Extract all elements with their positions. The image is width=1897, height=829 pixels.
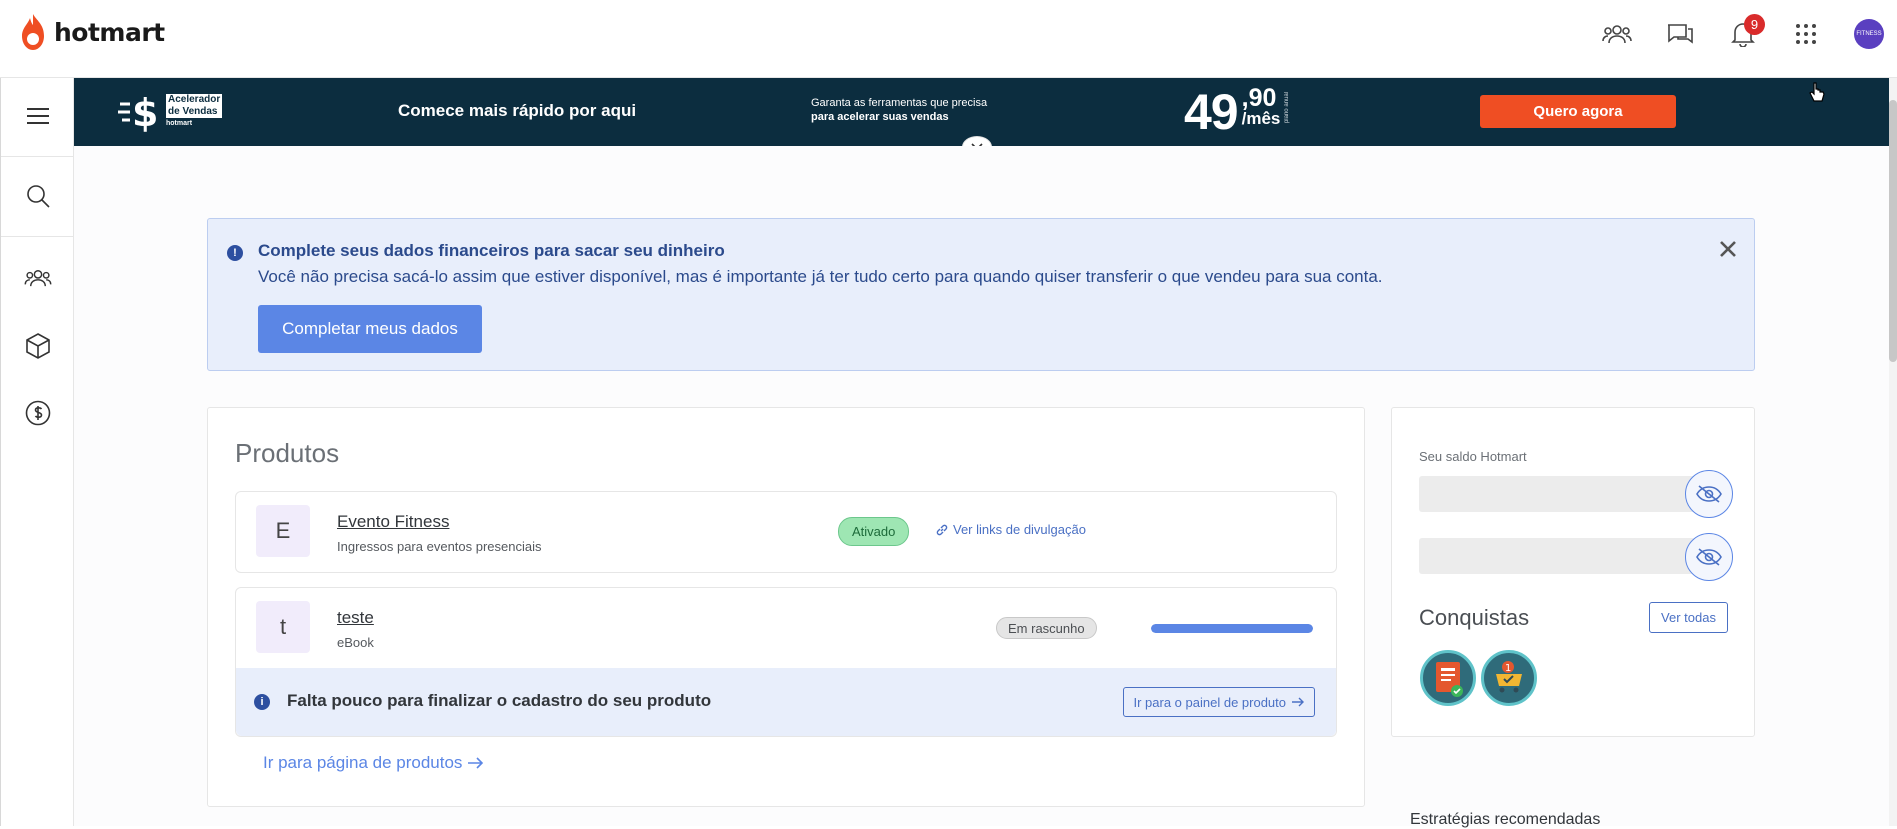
go-to-products-link[interactable]: Ir para página de produtos	[263, 753, 484, 773]
link-icon	[936, 524, 948, 535]
user-avatar-button[interactable]: FITNESS	[1853, 18, 1885, 50]
affiliate-links-link[interactable]: Ver links de divulgação	[935, 522, 1086, 537]
products-card: Produtos E Evento Fitness Ingressos para…	[207, 407, 1365, 807]
certificate-icon	[1436, 662, 1463, 697]
price-note: plano anual	[1284, 92, 1291, 124]
price-period: /mês	[1241, 109, 1281, 128]
people-icon[interactable]	[1601, 18, 1633, 50]
search-icon[interactable]	[1, 180, 74, 212]
product-name[interactable]: teste	[337, 608, 374, 628]
apps-grid-icon[interactable]	[1790, 18, 1822, 50]
product-panel-label: Ir para o painel de produto	[1133, 694, 1287, 710]
alert-title: Complete seus dados financeiros para sac…	[258, 241, 725, 260]
close-icon[interactable]	[1718, 239, 1738, 259]
people-icon[interactable]	[1, 262, 74, 294]
products-title: Produtos	[235, 438, 340, 468]
product-row[interactable]: t teste eBook Em rascunho i Falta pouco …	[235, 587, 1337, 737]
banner-logo-small: hotmart	[166, 120, 193, 127]
balance-label: Seu saldo Hotmart	[1419, 449, 1527, 464]
banner-sub-line2: para acelerar suas vendas	[811, 111, 949, 123]
top-bar: hotmart 9 FITNESS	[0, 0, 1897, 78]
product-avatar: E	[256, 505, 310, 557]
eye-off-icon	[1696, 485, 1722, 503]
banner-logo-line1: Acelerador	[166, 94, 223, 106]
notification-count-badge: 9	[1744, 14, 1765, 35]
avatar: FITNESS	[1854, 19, 1884, 49]
scrollbar-thumb[interactable]	[1889, 100, 1897, 362]
product-progress-bar	[1151, 624, 1313, 633]
alert-text: Você não precisa sacá-lo assim que estiv…	[258, 267, 1383, 286]
product-row[interactable]: E Evento Fitness Ingressos para eventos …	[235, 491, 1337, 573]
banner-logo-line2: de Vendas	[166, 106, 223, 118]
status-badge: Em rascunho	[996, 617, 1097, 639]
balance-hidden-field	[1419, 538, 1695, 574]
box-icon[interactable]	[1, 330, 74, 362]
price-cents: ,90	[1241, 84, 1277, 112]
flame-logo-icon	[22, 14, 44, 50]
strategies-title: Estratégias recomendadas	[1410, 811, 1601, 828]
svg-text:$: $	[132, 92, 158, 132]
arrow-right-icon	[468, 757, 484, 769]
mouse-cursor	[1808, 82, 1826, 109]
menu-icon[interactable]	[1, 100, 74, 132]
promo-banner: $ Acelerador de Vendas hotmart Comece ma…	[74, 78, 1889, 158]
banner-headline: Comece mais rápido por aqui	[398, 101, 637, 120]
financial-data-alert: ! Complete seus dados financeiros para s…	[207, 218, 1755, 371]
product-footer-text: Falta pouco para finalizar o cadastro do…	[287, 691, 712, 710]
toggle-visibility-button[interactable]	[1685, 533, 1733, 581]
product-type: eBook	[337, 635, 374, 650]
brand-name: hotmart	[54, 17, 165, 47]
arrow-right-icon	[1292, 697, 1304, 707]
banner-price: 49 ,90 /mês plano anual	[1184, 84, 1296, 140]
quero-agora-button[interactable]: Quero agora	[1480, 95, 1676, 128]
product-footer: i Falta pouco para finalizar o cadastro …	[236, 668, 1336, 736]
svg-text:1: 1	[1505, 663, 1511, 674]
product-panel-button[interactable]: Ir para o painel de produto	[1122, 687, 1315, 717]
achievements-title: Conquistas	[1419, 605, 1530, 630]
price-integer: 49	[1184, 84, 1239, 140]
achievement-badge[interactable]: 1	[1481, 650, 1537, 706]
sidebar	[0, 78, 74, 826]
info-icon: !	[227, 245, 243, 261]
info-icon: i	[254, 694, 270, 710]
banner-sub-line1: Garanta as ferramentas que precisa	[811, 97, 988, 109]
cart-icon: 1	[1496, 661, 1522, 693]
banner-subtitle: Garanta as ferramentas que precisa para …	[811, 96, 987, 124]
chat-icon[interactable]	[1664, 18, 1696, 50]
banner-logo: $ Acelerador de Vendas hotmart	[118, 92, 223, 132]
balance-hidden-field	[1419, 476, 1695, 512]
bell-icon[interactable]: 9	[1727, 14, 1765, 50]
balance-card: Seu saldo Hotmart Conquistas Ver todas 1	[1391, 407, 1755, 737]
product-avatar: t	[256, 601, 310, 653]
affiliate-links-label: Ver links de divulgação	[953, 522, 1086, 537]
dollar-speed-icon: $	[118, 92, 158, 132]
status-badge: Ativado	[838, 517, 910, 546]
go-to-products-label: Ir para página de produtos	[263, 753, 463, 772]
complete-data-button[interactable]: Completar meus dados	[258, 305, 482, 353]
eye-off-icon	[1696, 548, 1722, 566]
hotmart-logo[interactable]: hotmart	[18, 12, 165, 52]
progress-fill	[1151, 624, 1313, 633]
product-name[interactable]: Evento Fitness	[337, 512, 449, 532]
dollar-icon[interactable]	[1, 397, 74, 429]
see-all-button[interactable]: Ver todas	[1649, 602, 1728, 633]
product-type: Ingressos para eventos presenciais	[337, 539, 542, 554]
achievement-badge[interactable]	[1420, 650, 1476, 706]
toggle-visibility-button[interactable]	[1685, 470, 1733, 518]
